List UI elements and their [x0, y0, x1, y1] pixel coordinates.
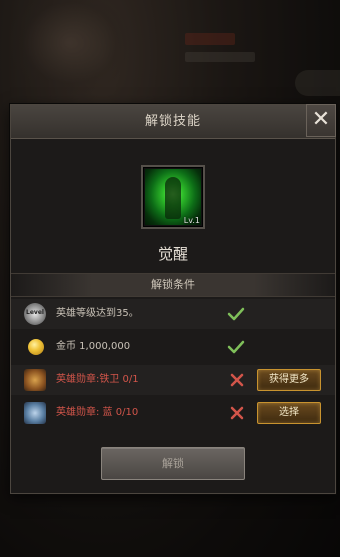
iron-guard-medal-icon — [24, 369, 46, 391]
hero-level-icon: Level — [24, 303, 46, 325]
condition-row-gold: 金币 1,000,000 — [11, 332, 335, 362]
conditions-header: 解锁条件 — [11, 273, 335, 297]
condition-text: 金币 1,000,000 — [56, 341, 131, 352]
condition-text: 英雄等级达到35。 — [56, 308, 139, 319]
gold-coin-icon — [28, 339, 44, 355]
cross-icon — [230, 373, 244, 387]
skill-name: 觉醒 — [157, 245, 188, 263]
cross-icon — [230, 406, 244, 420]
condition-text: 英雄勋章: 蓝 0/10 — [56, 407, 139, 418]
condition-row-hero-level: Level 英雄等级达到35。 — [11, 299, 335, 329]
condition-text: 英雄勋章:铁卫 0/1 — [56, 374, 139, 385]
unlock-button[interactable]: 解锁 — [101, 447, 245, 480]
unlock-skill-dialog: 解锁技能 ✕ Lv.1 觉醒 解锁条件 Level 英雄等级达到35。 金币 1… — [10, 104, 336, 494]
select-button[interactable]: 选择 — [257, 402, 321, 424]
level-icon-text: Level — [26, 309, 44, 316]
close-button[interactable]: ✕ — [306, 104, 336, 137]
condition-row-blue-medal: 英雄勋章: 蓝 0/10 选择 — [11, 398, 335, 428]
condition-row-iron-guard-medal: 英雄勋章:铁卫 0/1 获得更多 — [11, 365, 335, 395]
blue-medal-icon — [24, 402, 46, 424]
dialog-title: 解锁技能 — [11, 105, 335, 139]
get-more-button[interactable]: 获得更多 — [257, 369, 321, 391]
check-icon — [227, 307, 245, 321]
awakening-skill-icon: Lv.1 — [141, 165, 205, 229]
check-icon — [227, 340, 245, 354]
skill-level-label: Lv.1 — [183, 216, 200, 225]
skill-figure — [165, 177, 181, 219]
